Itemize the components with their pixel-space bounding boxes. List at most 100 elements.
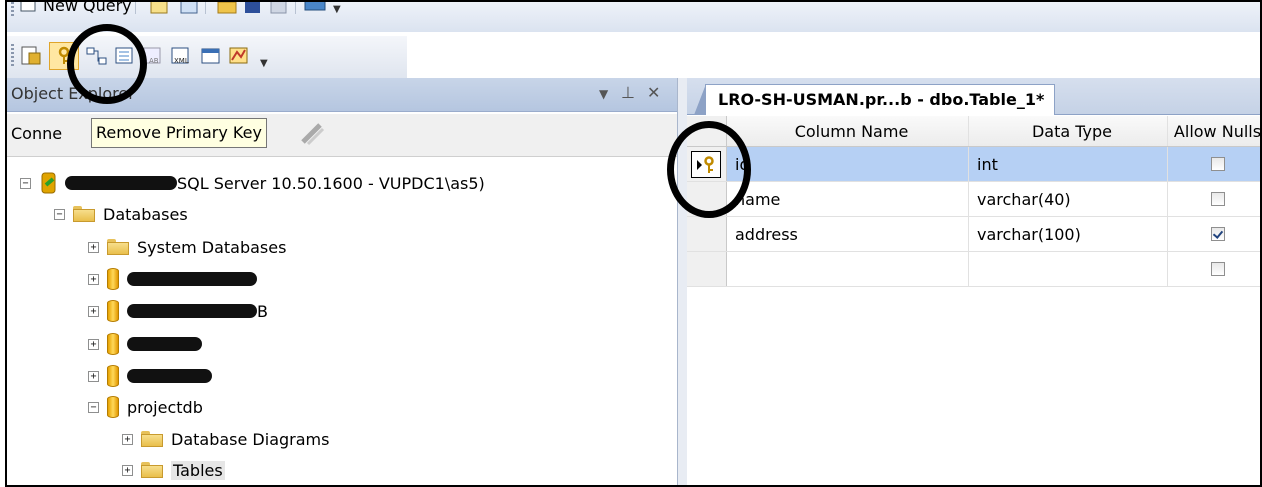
expand-icon[interactable]: + xyxy=(88,370,99,382)
folder-icon xyxy=(73,206,95,222)
analysis-query-button[interactable] xyxy=(177,2,201,18)
save-button[interactable] xyxy=(241,2,265,18)
query-icon xyxy=(180,2,198,14)
column-name-cell[interactable]: name xyxy=(727,182,969,216)
window-position-icon[interactable]: ▼ xyxy=(599,87,608,101)
xml-index-icon: XML xyxy=(171,47,189,65)
folder-icon xyxy=(141,462,163,478)
expand-icon[interactable]: + xyxy=(88,305,99,317)
data-type-cell[interactable] xyxy=(969,252,1168,286)
open-file-button[interactable] xyxy=(215,2,239,18)
new-query-icon xyxy=(20,2,36,12)
tree-node-database[interactable]: + xyxy=(88,361,212,391)
tree-node-databases[interactable]: − Databases xyxy=(54,199,188,229)
toolbar-separator xyxy=(205,2,206,14)
redacted-database-name xyxy=(127,337,202,351)
expand-icon[interactable]: + xyxy=(88,273,99,285)
relationships-button[interactable] xyxy=(85,44,109,68)
table-designer-toolbar: AB XML ▼ xyxy=(7,36,407,78)
tooltip: Remove Primary Key xyxy=(91,118,267,148)
tree-node-projectdb[interactable]: − projectdb xyxy=(88,392,203,422)
manage-fulltext-button[interactable]: AB xyxy=(141,44,165,68)
close-icon[interactable]: ✕ xyxy=(647,83,660,102)
manage-check-constraints-button[interactable] xyxy=(199,44,223,68)
save-all-icon xyxy=(270,2,287,14)
table-row[interactable] xyxy=(687,252,1260,287)
table-row[interactable]: address varchar(100) xyxy=(687,217,1260,252)
allow-nulls-cell xyxy=(1168,182,1260,216)
allow-nulls-cell xyxy=(1168,252,1260,286)
check-constraints-icon xyxy=(201,48,220,64)
collapse-icon[interactable]: − xyxy=(54,208,65,220)
tree-node-label: Databases xyxy=(103,204,188,224)
set-primary-key-button[interactable] xyxy=(49,42,79,70)
save-all-button[interactable] xyxy=(267,2,291,18)
spatial-index-icon xyxy=(229,47,248,64)
expand-icon[interactable]: + xyxy=(122,433,133,445)
collapse-icon[interactable]: − xyxy=(88,401,99,413)
allow-nulls-checkbox[interactable] xyxy=(1210,227,1225,241)
row-header-corner xyxy=(687,116,727,146)
toolbar-overflow-icon[interactable]: ▼ xyxy=(333,4,341,15)
table-row[interactable]: name varchar(40) xyxy=(687,182,1260,217)
indexes-icon xyxy=(115,47,133,64)
primary-key-indicator xyxy=(691,151,721,178)
allow-nulls-checkbox[interactable] xyxy=(1210,157,1225,171)
column-name-header[interactable]: Column Name xyxy=(727,116,969,146)
expand-icon[interactable]: + xyxy=(122,464,133,476)
column-name-cell[interactable]: address xyxy=(727,217,969,251)
allow-nulls-header[interactable]: Allow Nulls xyxy=(1168,116,1260,146)
tree-node-label: Tables xyxy=(171,460,225,480)
allow-nulls-cell xyxy=(1168,217,1260,251)
generate-change-script-button[interactable] xyxy=(19,44,43,68)
connect-button[interactable]: Conne xyxy=(11,124,62,143)
server-node[interactable]: − SQL Server 10.50.1600 - VUPDC1\as5) xyxy=(20,168,485,198)
column-name-cell[interactable] xyxy=(727,252,969,286)
tree-node-system-databases[interactable]: + System Databases xyxy=(88,232,286,262)
tree-node-tables[interactable]: + Tables xyxy=(122,455,225,485)
redacted-database-name xyxy=(127,272,257,286)
database-icon xyxy=(107,365,119,387)
manage-xml-indexes-button[interactable]: XML xyxy=(169,44,193,68)
data-type-cell[interactable]: int xyxy=(969,147,1168,181)
toolbar-separator xyxy=(295,2,296,14)
grid-header: Column Name Data Type Allow Nulls xyxy=(687,116,1260,147)
manage-spatial-indexes-button[interactable] xyxy=(227,44,251,68)
expand-icon[interactable]: + xyxy=(88,241,99,253)
tree-node-database-diagrams[interactable]: + Database Diagrams xyxy=(122,424,329,454)
manage-indexes-button[interactable] xyxy=(113,44,137,68)
pin-icon[interactable]: ⊥ xyxy=(621,83,635,102)
column-name-cell[interactable]: id xyxy=(727,147,969,181)
query-icon xyxy=(150,2,168,14)
data-type-cell[interactable]: varchar(40) xyxy=(969,182,1168,216)
disconnect-icon[interactable] xyxy=(300,122,326,146)
database-icon xyxy=(107,396,119,418)
database-icon xyxy=(107,300,119,322)
object-explorer-tree: − SQL Server 10.50.1600 - VUPDC1\as5) − … xyxy=(7,158,677,485)
allow-nulls-checkbox[interactable] xyxy=(1210,192,1225,206)
data-type-cell[interactable]: varchar(100) xyxy=(969,217,1168,251)
allow-nulls-checkbox[interactable] xyxy=(1210,262,1225,276)
tree-node-database[interactable]: + xyxy=(88,329,202,359)
fulltext-index-icon: AB xyxy=(143,47,161,65)
table-row[interactable]: id int xyxy=(687,147,1260,182)
expand-icon[interactable]: + xyxy=(88,338,99,350)
data-type-header[interactable]: Data Type xyxy=(969,116,1168,146)
redacted-server-name xyxy=(65,176,177,190)
new-query-button[interactable]: New Query xyxy=(19,2,132,16)
toolbar-overflow-icon[interactable]: ▼ xyxy=(260,58,268,69)
collapse-icon[interactable]: − xyxy=(20,177,31,189)
row-selector[interactable] xyxy=(687,252,727,286)
row-selector[interactable] xyxy=(687,182,727,216)
row-selector[interactable] xyxy=(687,217,727,251)
activity-monitor-button[interactable] xyxy=(303,2,327,18)
database-icon xyxy=(107,333,119,355)
toolbar-grip[interactable] xyxy=(11,2,14,16)
tree-node-database[interactable]: + xyxy=(88,264,257,294)
db-engine-query-button[interactable] xyxy=(147,2,171,18)
tree-node-database[interactable]: + B xyxy=(88,296,268,326)
toolbar-grip[interactable] xyxy=(11,44,14,68)
tab-table-designer[interactable]: LRO-SH-USMAN.pr...b - dbo.Table_1* xyxy=(693,84,1056,115)
row-selector[interactable] xyxy=(687,147,727,181)
relationships-icon xyxy=(86,47,107,65)
